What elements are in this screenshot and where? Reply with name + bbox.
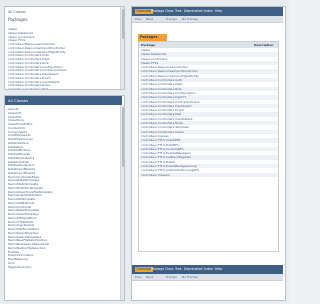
bottom-prev-link[interactable]: Prev (135, 275, 142, 280)
packages-summary-table: Package Description ideaui ideaui.DataGri… (138, 41, 279, 252)
frames-link[interactable]: Frames (166, 17, 177, 22)
class-list: Agents ClassInfo ClassInfo ClassStore ClassS… (8, 108, 120, 269)
bottom-frames-link[interactable]: Frames (166, 275, 177, 280)
all-classes-link[interactable]: All Classes (8, 10, 26, 14)
prev-link[interactable]: Prev (135, 17, 142, 22)
nav-help[interactable]: Help (215, 9, 222, 14)
package-list: ideaui ideaui.DataGrids ideaui.Controllers… (8, 28, 120, 89)
packages-scrollbar[interactable] (120, 7, 124, 89)
nav-tree[interactable]: Tree (175, 9, 182, 14)
class-link[interactable]: PageInteraction (8, 266, 120, 270)
bottom-sub-nav-bar: Prev Next Frames No Frames (132, 274, 283, 281)
all-classes-heading: All Classes (5, 96, 122, 105)
sub-nav-bar: Prev Next Frames No Frames (132, 16, 283, 23)
classes-scrollbar[interactable] (120, 105, 124, 300)
packages-frame: All Classes Packages ideaui ideaui.DataGr… (4, 6, 125, 90)
nav-deprecated[interactable]: Deprecated (184, 9, 203, 14)
bottom-nav-bar: Overview Package Class Tree Deprecated I… (132, 265, 283, 274)
package-link[interactable]: controlleur.Controllers.Mail (8, 88, 120, 89)
bottom-nav-help[interactable]: Help (215, 267, 222, 272)
next-link[interactable]: Next (146, 17, 153, 22)
bottom-nav-deprecated[interactable]: Deprecated (184, 267, 203, 272)
content-frame: Overview Package Class Tree Deprecated I… (131, 6, 286, 301)
packages-scroll-thumb[interactable] (121, 9, 124, 39)
bottom-nav-class[interactable]: Class (165, 267, 173, 272)
bottom-nav-tree[interactable]: Tree (175, 267, 182, 272)
bottom-nav-package[interactable]: Package (151, 267, 164, 272)
classes-frame: All Classes Agents ClassInfo ClassInfo Clas… (4, 95, 125, 301)
bottom-no-frames-link[interactable]: No Frames (182, 275, 198, 280)
nav-package[interactable]: Package (151, 9, 164, 14)
table-row[interactable]: controlleur.Viewers (139, 172, 278, 177)
table-body: ideaui ideaui.DataGrids ideaui.Controllers… (139, 48, 278, 177)
no-frames-link[interactable]: No Frames (182, 17, 198, 22)
browser-window: All Classes Packages ideaui ideaui.DataGr… (0, 0, 289, 304)
top-nav-bar: Overview Package Class Tree Deprecated I… (132, 7, 283, 16)
packages-heading: Packages (8, 17, 28, 22)
packages-summary-tab: Packages (138, 34, 167, 41)
nav-index[interactable]: Index (204, 9, 213, 14)
bottom-next-link[interactable]: Next (146, 275, 153, 280)
nav-class[interactable]: Class (165, 9, 173, 14)
bottom-nav-index[interactable]: Index (204, 267, 213, 272)
classes-scroll-thumb[interactable] (121, 107, 124, 167)
